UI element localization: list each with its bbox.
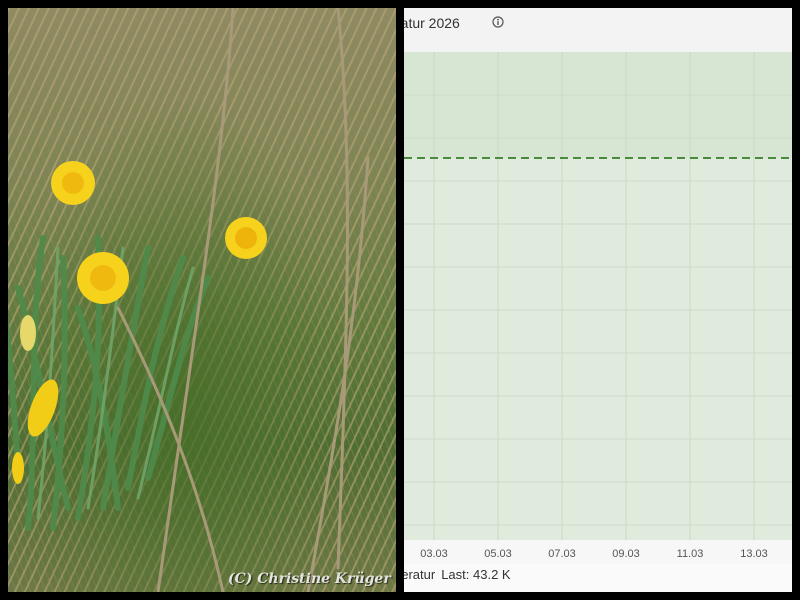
legend-last-label: Last:: [441, 567, 470, 582]
chart-panel: ratur 2026 03.03 05.03 07.03 09.03 11.03 13.0…: [404, 8, 792, 592]
x-tick-label: 07.03: [548, 548, 576, 560]
x-tick-label: 05.03: [484, 548, 512, 560]
photo-illustration: [8, 8, 370, 592]
chart-plot-area: [404, 52, 792, 540]
chart-legend: peratur Last: 43.2 K: [404, 567, 511, 582]
legend-last-value: 43.2 K: [473, 567, 511, 582]
x-tick-label: 09.03: [612, 548, 640, 560]
legend-series-label: peratur: [404, 567, 436, 582]
chart-band-lower: [404, 158, 792, 540]
chart-title: ratur 2026: [404, 15, 460, 31]
photo-watermark: (C) Christine Krüger: [228, 571, 391, 587]
x-tick-label: 03.03: [420, 548, 448, 560]
x-axis: 03.03 05.03 07.03 09.03 11.03 13.03: [404, 540, 792, 564]
x-tick-label: 11.03: [676, 548, 704, 560]
chart-header: ratur 2026: [404, 8, 792, 52]
info-icon[interactable]: [492, 16, 504, 28]
x-tick-label: 13.03: [740, 548, 768, 560]
chart-band-upper: [404, 52, 792, 158]
daffodil-photo: (C) Christine Krüger: [8, 8, 396, 592]
